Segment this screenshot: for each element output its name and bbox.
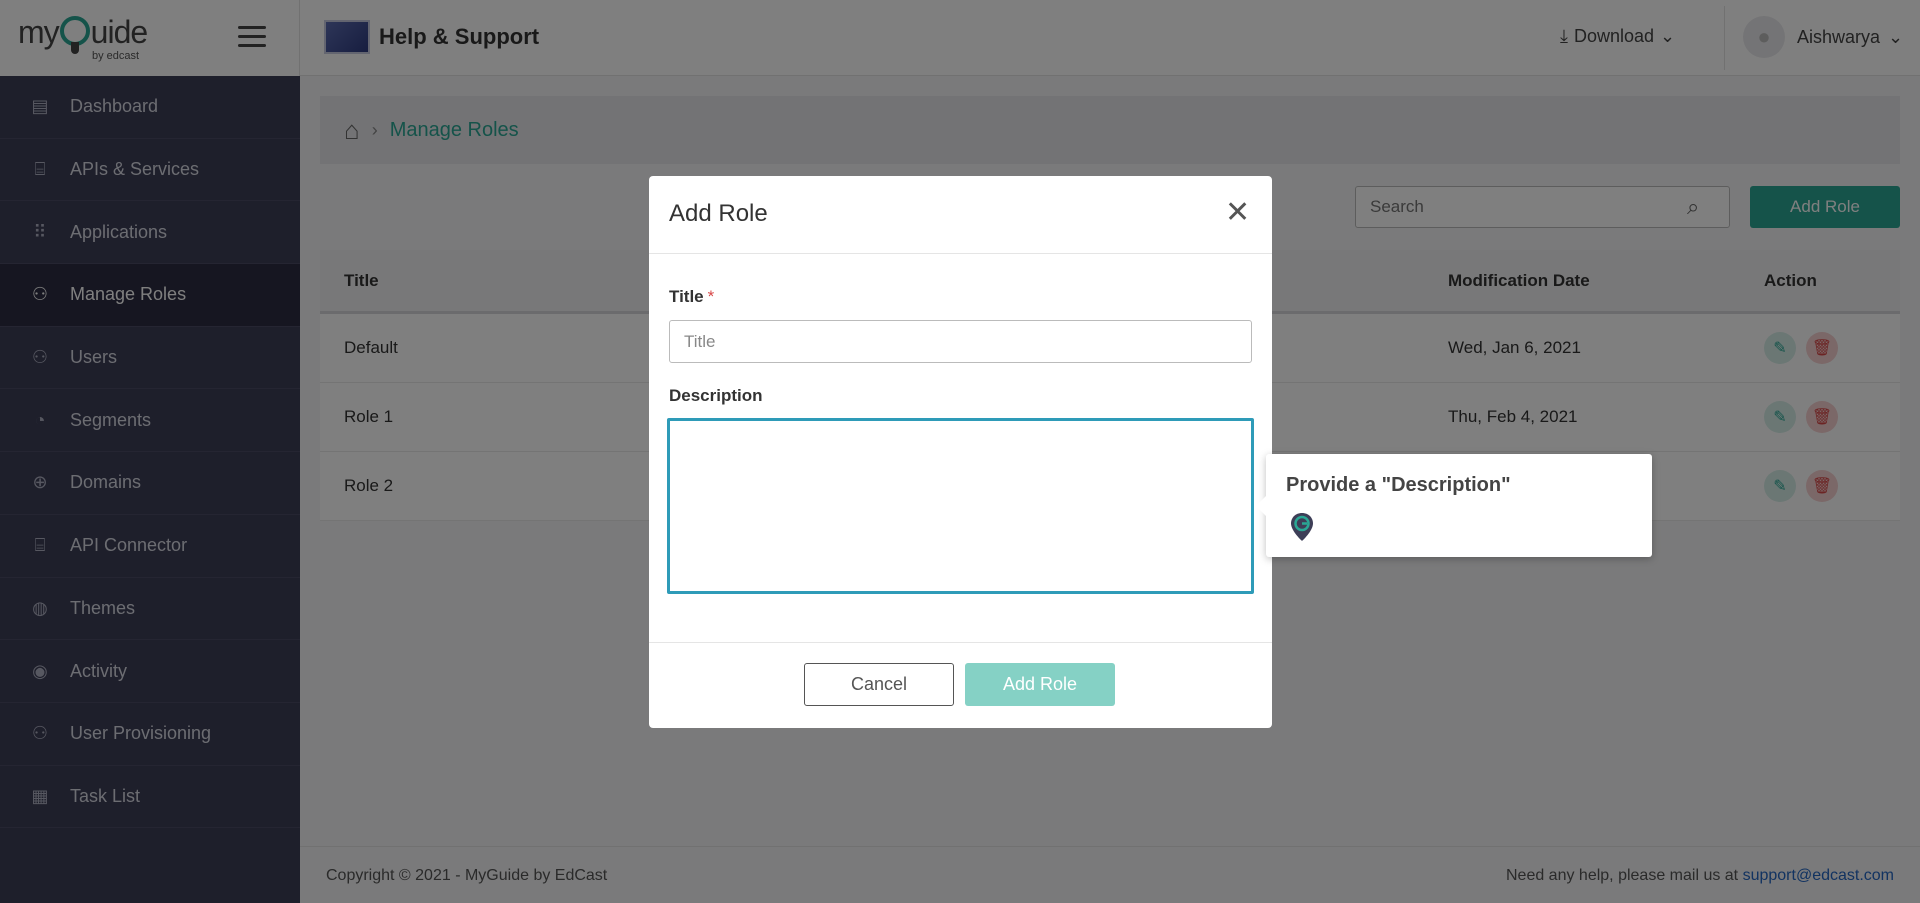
- dialog-header: Add Role ✕: [649, 176, 1272, 254]
- description-textarea[interactable]: [667, 418, 1254, 594]
- dialog-title: Add Role: [669, 200, 768, 227]
- dialog-footer: Cancel Add Role: [649, 642, 1272, 728]
- title-label-text: Title: [669, 287, 704, 306]
- title-label: Title *: [669, 287, 714, 307]
- myguide-pin-icon[interactable]: [1290, 512, 1314, 542]
- tooltip-text: Provide a "Description": [1286, 474, 1511, 496]
- close-icon[interactable]: ✕: [1225, 198, 1250, 228]
- title-input[interactable]: [669, 320, 1252, 363]
- add-role-dialog: Add Role ✕ Title* Description Cancel Add…: [649, 176, 1272, 728]
- description-label: Description: [669, 386, 763, 405]
- cancel-button[interactable]: Cancel: [804, 663, 954, 706]
- submit-add-role-button[interactable]: Add Role: [965, 663, 1115, 706]
- required-mark: *: [707, 287, 715, 306]
- guide-tooltip: Provide a "Description": [1256, 454, 1652, 557]
